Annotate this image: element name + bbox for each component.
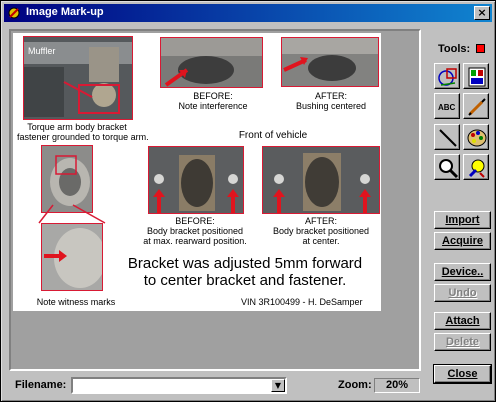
before-mid-caption: BEFORE: Body bracket positioned at max. re… [143,216,247,246]
line-tool-button[interactable] [434,124,460,150]
image-canvas[interactable]: Muffler Torque arm body bracket fastener … [11,31,419,369]
filename-label: Filename: [15,379,67,391]
import-button[interactable]: Import [434,211,491,229]
app-icon [8,7,20,19]
text-tool-button[interactable]: ABC [434,93,460,119]
witness-connector-lines [38,204,106,224]
witness-caption: Note witness marks [36,297,116,307]
frame-tool-button[interactable] [463,63,489,89]
image-canvas-frame: Muffler Torque arm body bracket fastener … [9,29,421,371]
device-button[interactable]: Device.. [434,263,491,281]
after-mid-caption: AFTER: Body bracket positioned at center. [272,216,370,246]
photo-after-top [281,37,379,87]
text-tool-icon: ABC [438,103,456,112]
palette-tool-icon [467,129,487,147]
zoom-value: 20% [374,378,420,393]
acquire-button[interactable]: Acquire [434,232,491,250]
muffler-label: Muffler [28,46,56,56]
after-top-caption: AFTER: Bushing centered [295,91,367,111]
highlight-tool-icon [468,159,485,178]
headline-text: Bracket was adjusted 5mm forward to cente… [127,255,363,289]
markup-image: Muffler Torque arm body bracket fastener … [13,33,381,311]
photo-before-top [160,37,263,88]
before-top-caption: BEFORE: Note interference [178,91,248,111]
photo-witness-closeup [41,223,103,291]
delete-button[interactable]: Delete [434,333,491,351]
line-tool-icon [439,129,457,147]
pen-tool-button[interactable] [463,93,489,119]
filename-combobox[interactable]: ▼ [71,377,287,394]
title-bar: Image Mark-up × [4,4,492,22]
window-close-button[interactable]: × [474,6,490,20]
active-color-swatch[interactable] [476,44,485,53]
torque-caption: Torque arm body bracket fastener grounded… [17,122,149,142]
photo-muffler: Muffler [23,36,133,120]
tools-label: Tools: [438,43,471,55]
shapes-tool-button[interactable] [434,63,460,89]
palette-tool-button[interactable] [463,124,489,150]
zoom-tool-icon [439,159,459,179]
highlight-tool-button[interactable] [463,154,489,180]
svg-text:ABC: ABC [438,103,456,112]
vin-text: VIN 3R100499 - H. DeSamper [241,297,363,307]
zoom-label: Zoom: [338,379,372,391]
close-button[interactable]: Close [433,364,492,384]
photo-after-mid [262,146,380,214]
image-markup-window: Image Mark-up × Muffler Torque arm body … [0,0,496,402]
undo-button[interactable]: Undo [434,284,491,302]
shapes-tool-icon [438,68,457,86]
window-title: Image Mark-up [26,6,104,18]
attach-button[interactable]: Attach [434,312,491,330]
zoom-tool-button[interactable] [434,154,460,180]
frame-tool-icon [468,67,486,87]
pen-tool-icon [468,98,486,116]
photo-before-mid [148,146,244,214]
chevron-down-icon[interactable]: ▼ [271,379,285,392]
front-of-vehicle-label: Front of vehicle [238,130,308,141]
